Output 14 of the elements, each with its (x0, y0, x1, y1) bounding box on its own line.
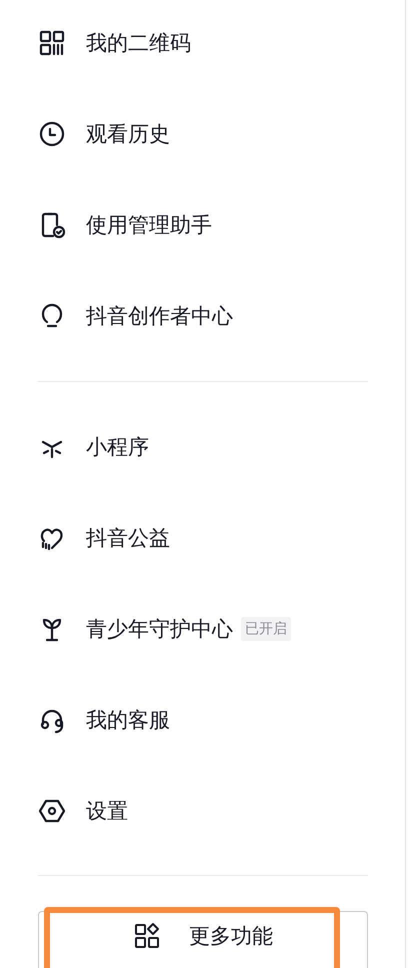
apps-icon (133, 922, 161, 950)
menu-item[interactable]: 使用管理助手 (0, 179, 405, 270)
menu-item[interactable]: 青少年守护中心 已开启 (0, 583, 405, 674)
clock-icon (38, 120, 66, 148)
menu-item[interactable]: 设置 (0, 765, 405, 856)
menu-item[interactable]: 抖音公益 (0, 492, 405, 583)
status-tag: 已开启 (241, 616, 291, 640)
more-features-button[interactable]: 更多功能 (38, 911, 368, 968)
menu-item[interactable]: 抖音创作者中心 (0, 270, 405, 361)
menu-item[interactable]: 我的客服 (0, 674, 405, 765)
menu-item[interactable]: 观看历史 (0, 88, 405, 179)
menu-item[interactable]: 我的二维码 (0, 0, 405, 88)
menu-item[interactable]: 小程序 (0, 401, 405, 492)
qr-code-icon (38, 28, 66, 56)
